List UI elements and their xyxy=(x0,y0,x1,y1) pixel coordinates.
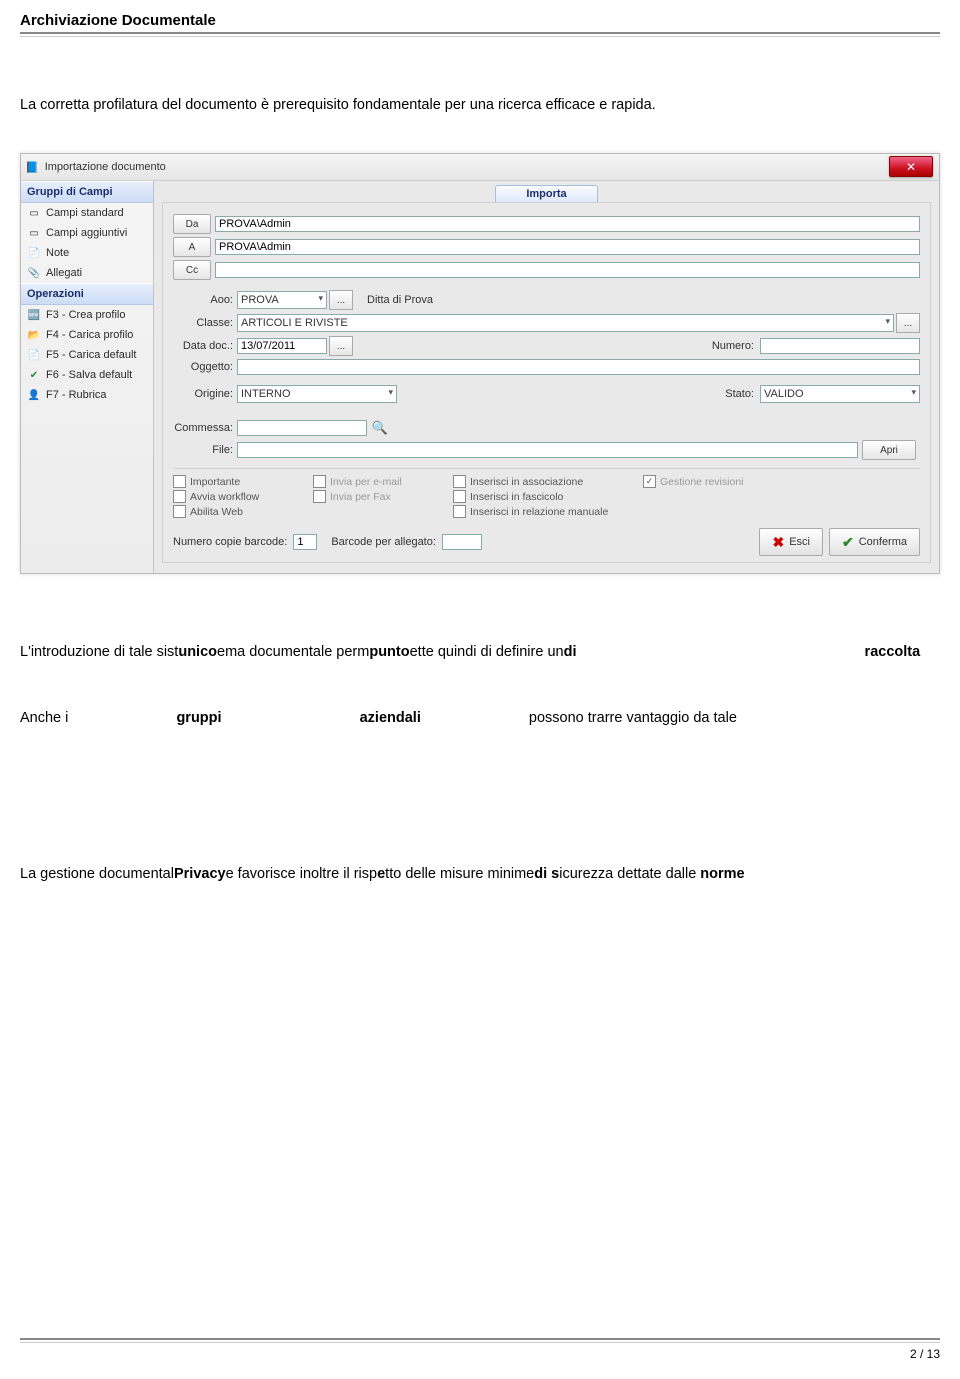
apri-button[interactable]: Apri xyxy=(862,440,916,460)
aoo-picker-button[interactable]: ... xyxy=(329,290,353,310)
contacts-icon: 👤 xyxy=(27,388,41,402)
checkbox-icon xyxy=(313,490,326,503)
a-button[interactable]: A xyxy=(173,237,211,257)
origine-select[interactable]: INTERNO xyxy=(237,385,397,403)
a-input[interactable] xyxy=(215,239,920,255)
cb-gest-rev: ✓Gestione revisioni xyxy=(643,475,773,488)
fields-icon: ▭ xyxy=(27,206,41,220)
new-profile-icon: 🆕 xyxy=(27,308,41,322)
sidebar-item-f5[interactable]: 📄F5 - Carica default xyxy=(21,345,153,365)
book-icon: 📘 xyxy=(25,161,39,174)
numero-label: Numero: xyxy=(712,340,754,352)
fields-plus-icon: ▭ xyxy=(27,226,41,240)
sidebar-item-f7[interactable]: 👤F7 - Rubrica xyxy=(21,385,153,405)
page-number: 2 / 13 xyxy=(20,1347,940,1361)
data-label: Data doc.: xyxy=(173,340,237,352)
sidebar-item-f3[interactable]: 🆕F3 - Crea profilo xyxy=(21,305,153,325)
load-profile-icon: 📂 xyxy=(27,328,41,342)
sidebar-header-gruppi: Gruppi di Campi xyxy=(21,181,153,203)
cc-button[interactable]: Cc xyxy=(173,260,211,280)
sidebar-item-note[interactable]: 📄Note xyxy=(21,243,153,263)
cb-invia-email: Invia per e-mail xyxy=(313,475,433,488)
conferma-button[interactable]: ✔Conferma xyxy=(829,528,920,556)
data-picker-button[interactable]: ... xyxy=(329,336,353,356)
checkbox-icon xyxy=(453,475,466,488)
checkbox-icon xyxy=(453,490,466,503)
classe-select[interactable]: ARTICOLI E RIVISTE xyxy=(237,314,894,332)
checkbox-icon: ✓ xyxy=(643,475,656,488)
window-title: Importazione documento xyxy=(45,161,166,173)
aoo-desc: Ditta di Prova xyxy=(367,294,433,306)
cb-invia-fax: Invia per Fax xyxy=(313,490,433,503)
da-button[interactable]: Da xyxy=(173,214,211,234)
confirm-icon: ✔ xyxy=(842,534,854,551)
paragraph-privacy: La gestione documentalPrivacye favorisce… xyxy=(20,866,940,882)
commessa-input[interactable] xyxy=(237,420,367,436)
num-copie-input[interactable] xyxy=(293,534,317,550)
checkbox-icon xyxy=(173,490,186,503)
numero-input[interactable] xyxy=(760,338,920,354)
checkbox-icon xyxy=(173,505,186,518)
sidebar-item-campi-aggiuntivi[interactable]: ▭Campi aggiuntivi xyxy=(21,223,153,243)
bcode-alleg-label: Barcode per allegato: xyxy=(331,536,436,548)
cb-importante[interactable]: Importante xyxy=(173,475,293,488)
da-input[interactable] xyxy=(215,216,920,232)
sidebar: Gruppi di Campi ▭Campi standard ▭Campi a… xyxy=(21,181,154,573)
commessa-search-icon[interactable]: 🔍 xyxy=(369,419,391,437)
sidebar-header-operazioni: Operazioni xyxy=(21,283,153,305)
file-input[interactable] xyxy=(237,442,858,458)
app-window: 📘 Importazione documento ✕ Gruppi di Cam… xyxy=(20,153,940,574)
classe-label: Classe: xyxy=(173,317,237,329)
oggetto-label: Oggetto: xyxy=(173,361,237,373)
classe-picker-button[interactable]: ... xyxy=(896,313,920,333)
cancel-icon: ✖ xyxy=(772,534,784,551)
cc-input[interactable] xyxy=(215,262,920,278)
cb-ins-fasc[interactable]: Inserisci in fascicolo xyxy=(453,490,623,503)
aoo-select[interactable]: PROVA xyxy=(237,291,327,309)
checkbox-icon xyxy=(173,475,186,488)
save-default-icon: ✔ xyxy=(27,368,41,382)
stato-label: Stato: xyxy=(725,388,754,400)
paragraph-sistema: L'introduzione di tale sistunicoema docu… xyxy=(20,644,940,660)
main-panel: Importa Da A Cc Aoo: xyxy=(154,181,939,573)
aoo-label: Aoo: xyxy=(173,294,237,306)
oggetto-input[interactable] xyxy=(237,359,920,375)
data-input[interactable] xyxy=(237,338,327,354)
file-label: File: xyxy=(173,444,237,456)
note-icon: 📄 xyxy=(27,246,41,260)
close-icon[interactable]: ✕ xyxy=(889,156,933,177)
origine-label: Origine: xyxy=(173,388,237,400)
footer: 2 / 13 xyxy=(20,1338,940,1361)
intro-paragraph: La corretta profilatura del documento è … xyxy=(20,97,940,113)
cb-ins-assoc[interactable]: Inserisci in associazione xyxy=(453,475,623,488)
paragraph-gruppi: Anche i gruppi aziendali possono trarre … xyxy=(20,710,940,726)
checkbox-icon xyxy=(453,505,466,518)
attachment-icon: 📎 xyxy=(27,266,41,280)
cb-ins-rel[interactable]: Inserisci in relazione manuale xyxy=(453,505,623,518)
cb-abilita-web[interactable]: Abilita Web xyxy=(173,505,293,518)
esci-button[interactable]: ✖Esci xyxy=(759,528,823,556)
sidebar-item-f6[interactable]: ✔F6 - Salva default xyxy=(21,365,153,385)
sidebar-item-f4[interactable]: 📂F4 - Carica profilo xyxy=(21,325,153,345)
stato-select[interactable]: VALIDO xyxy=(760,385,920,403)
bcode-alleg-input[interactable] xyxy=(442,534,482,550)
tab-importa[interactable]: Importa xyxy=(495,185,597,202)
checkbox-icon xyxy=(313,475,326,488)
document-header: Archiviazione Documentale xyxy=(20,12,940,37)
cb-avvia-wf[interactable]: Avvia workflow xyxy=(173,490,293,503)
load-default-icon: 📄 xyxy=(27,348,41,362)
sidebar-item-campi-standard[interactable]: ▭Campi standard xyxy=(21,203,153,223)
titlebar: 📘 Importazione documento ✕ xyxy=(21,154,939,181)
sidebar-item-allegati[interactable]: 📎Allegati xyxy=(21,263,153,283)
num-copie-label: Numero copie barcode: xyxy=(173,536,287,548)
commessa-label: Commessa: xyxy=(173,422,237,434)
